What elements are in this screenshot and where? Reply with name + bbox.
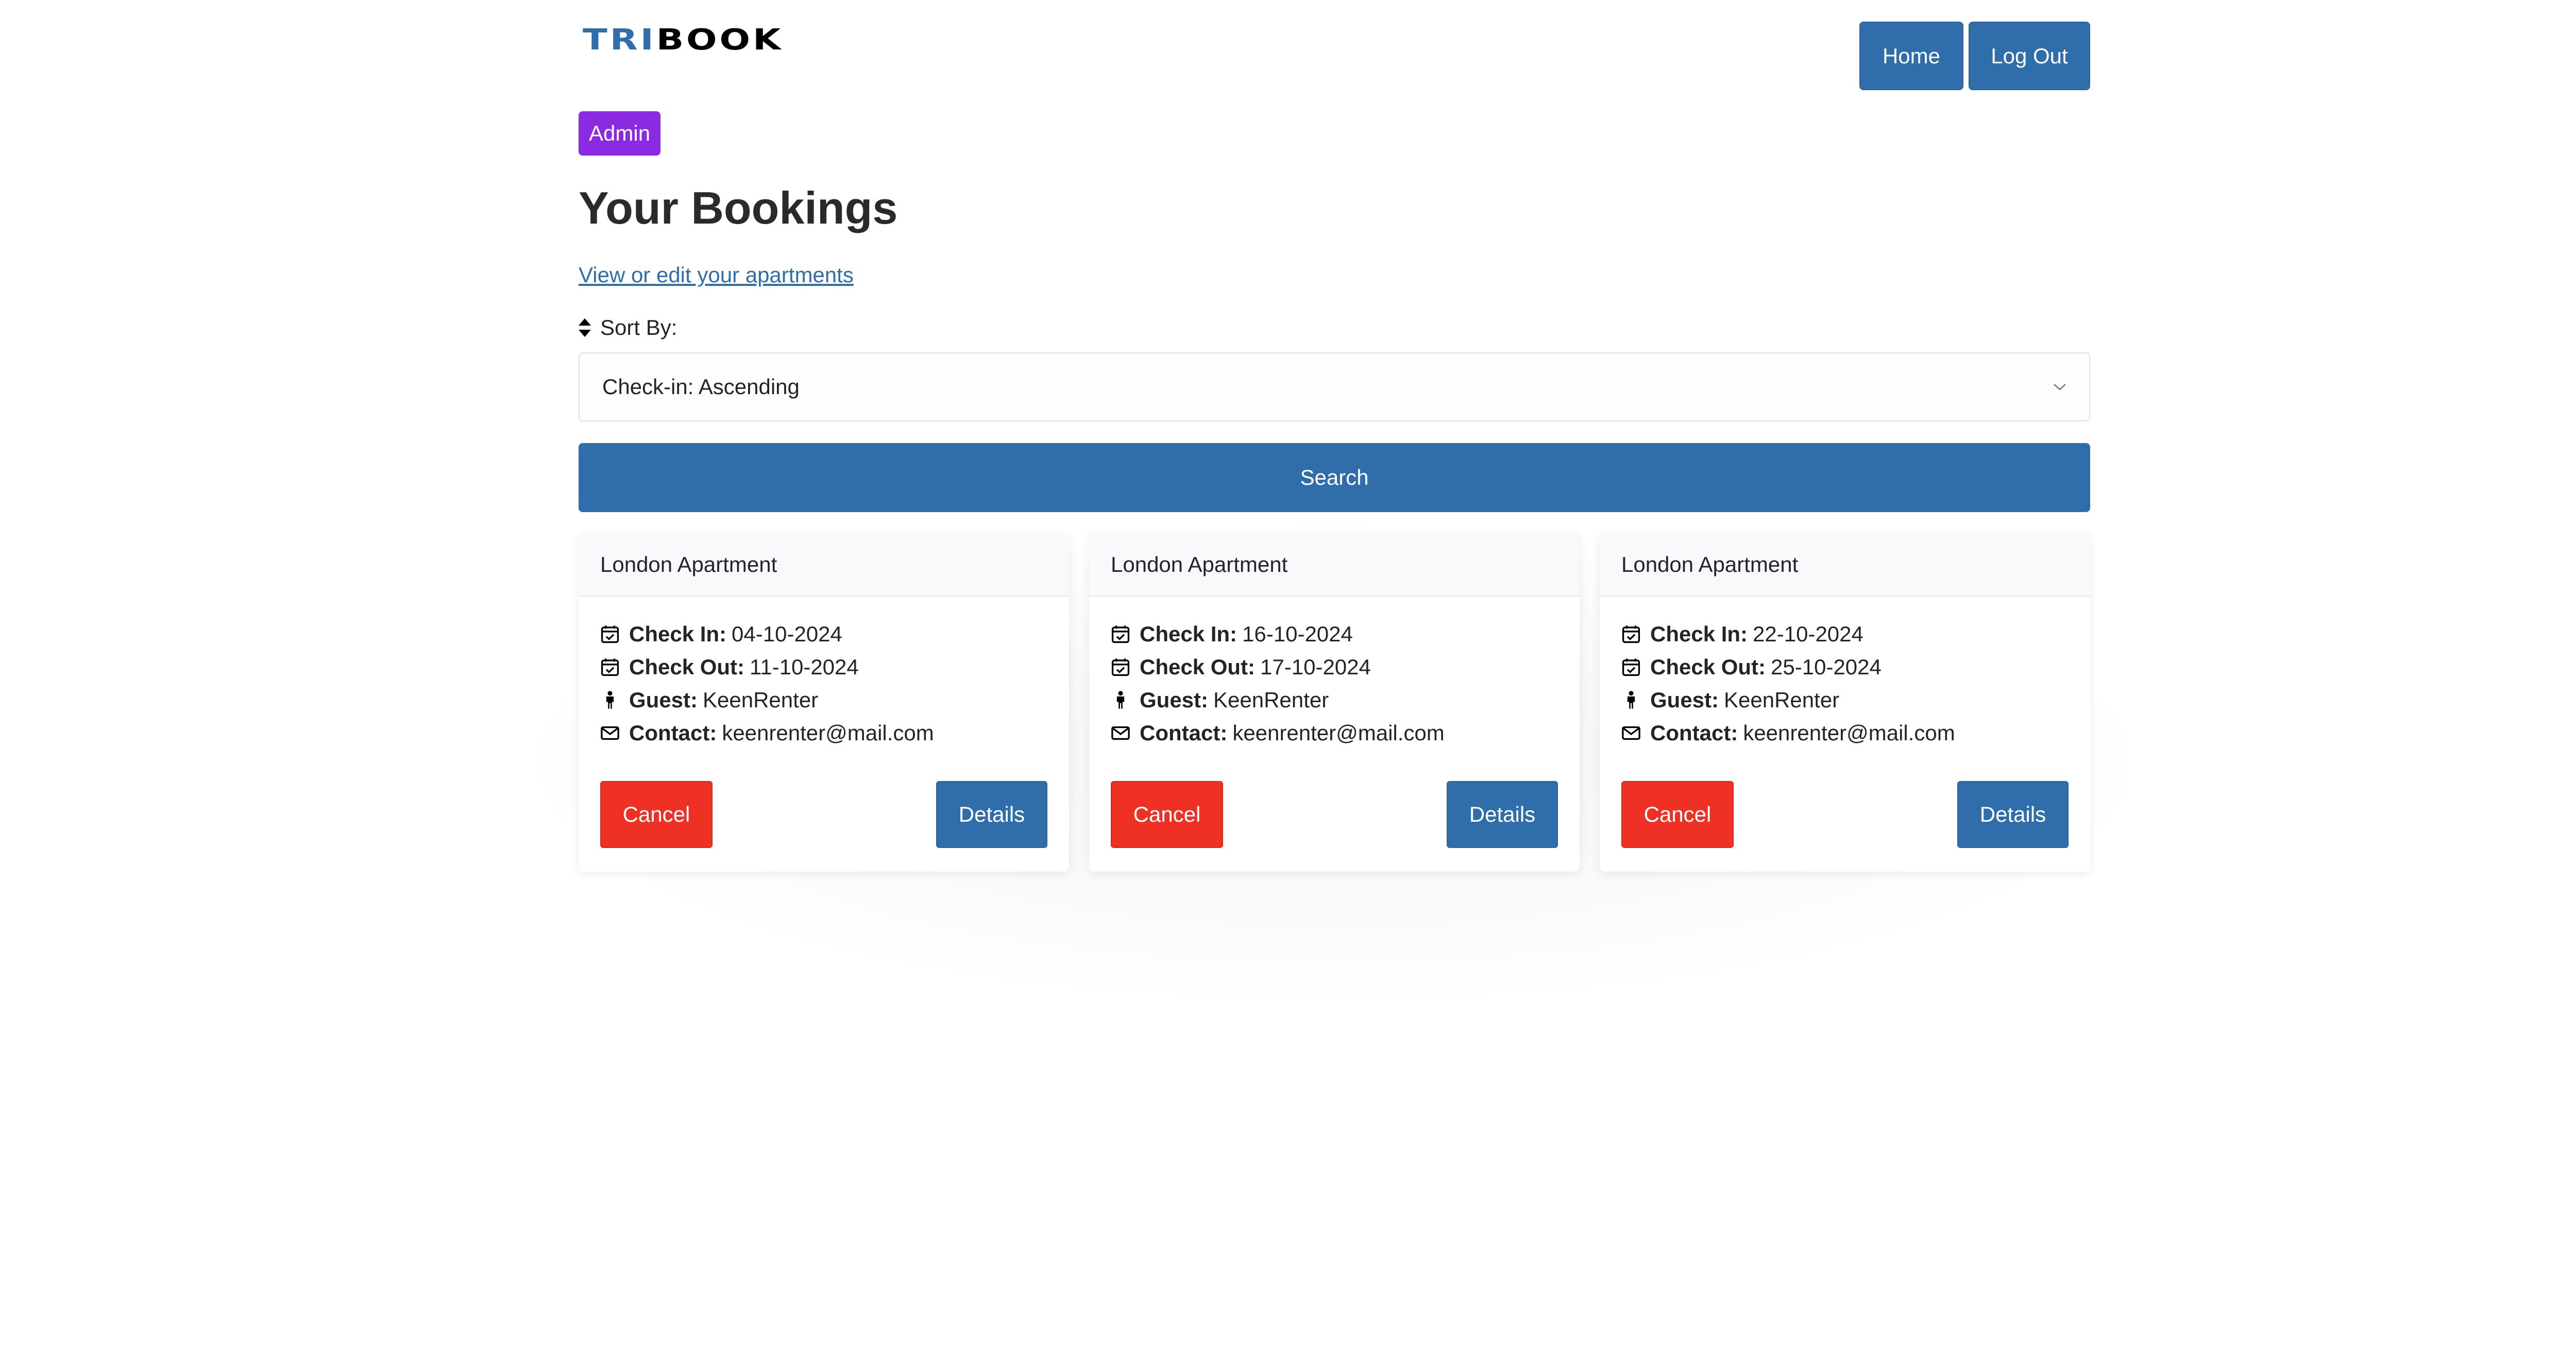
person-icon [1116, 691, 1125, 709]
admin-badge: Admin [579, 111, 661, 156]
check-in-value: 16-10-2024 [1242, 622, 1353, 646]
logo-text-tri: TRI [583, 23, 656, 57]
logout-button[interactable]: Log Out [1969, 22, 2090, 90]
search-button[interactable]: Search [579, 443, 2090, 512]
details-button[interactable]: Details [1447, 781, 1558, 848]
booking-card-title: London Apartment [579, 534, 1069, 597]
details-button[interactable]: Details [936, 781, 1047, 848]
page-title: Your Bookings [579, 182, 898, 233]
sort-icon [579, 318, 591, 337]
logo-text-book: BOOK [656, 23, 784, 57]
calendar-check-icon [1622, 658, 1640, 676]
chevron-down-icon [2054, 384, 2066, 391]
check-in-label: Check In: [1650, 622, 1748, 646]
booking-card-title: London Apartment [1600, 534, 2090, 597]
envelope-icon [1622, 726, 1640, 740]
guest-label: Guest: [1650, 688, 1719, 712]
booking-card: London Apartment Check In: 04-10-2024 Ch… [579, 534, 1069, 872]
check-in-row: Check In: 22-10-2024 [1621, 623, 1863, 645]
check-in-label: Check In: [1140, 622, 1238, 646]
cancel-button[interactable]: Cancel [1621, 781, 1734, 848]
sort-select[interactable]: Check-in: Ascending [579, 352, 2090, 421]
booking-card-title: London Apartment [1089, 534, 1580, 597]
contact-label: Contact: [1650, 721, 1738, 745]
guest-label: Guest: [629, 688, 698, 712]
guest-row: Guest: KeenRenter [600, 689, 818, 711]
cancel-button[interactable]: Cancel [1111, 781, 1223, 848]
check-in-label: Check In: [629, 622, 727, 646]
contact-label: Contact: [1140, 721, 1228, 745]
check-out-row: Check Out: 11-10-2024 [600, 656, 859, 678]
sort-selected-value: Check-in: Ascending [602, 375, 800, 399]
contact-row: Contact: keenrenter@mail.com [600, 722, 934, 744]
check-in-row: Check In: 04-10-2024 [600, 623, 842, 645]
navbar: TRIBOOK Home Log Out [579, 0, 2090, 93]
check-out-label: Check Out: [1140, 655, 1256, 679]
contact-value: keenrenter@mail.com [722, 721, 934, 745]
view-apartments-link[interactable]: View or edit your apartments [579, 263, 854, 287]
details-button[interactable]: Details [1957, 781, 2069, 848]
person-icon [606, 691, 614, 709]
logo[interactable]: TRIBOOK [583, 26, 783, 55]
calendar-check-icon [1111, 625, 1130, 643]
envelope-icon [601, 726, 619, 740]
contact-value: keenrenter@mail.com [1232, 721, 1445, 745]
contact-value: keenrenter@mail.com [1743, 721, 1955, 745]
guest-value: KeenRenter [1724, 688, 1840, 712]
booking-card: London Apartment Check In: 22-10-2024 Ch… [1600, 534, 2090, 872]
contact-row: Contact: keenrenter@mail.com [1621, 722, 1955, 744]
check-out-label: Check Out: [629, 655, 745, 679]
check-in-value: 22-10-2024 [1753, 622, 1863, 646]
check-out-value: 25-10-2024 [1771, 655, 1882, 679]
check-out-row: Check Out: 17-10-2024 [1111, 656, 1371, 678]
check-in-row: Check In: 16-10-2024 [1111, 623, 1353, 645]
person-icon [1627, 691, 1635, 709]
check-out-row: Check Out: 25-10-2024 [1621, 656, 1882, 678]
home-button[interactable]: Home [1859, 22, 1963, 90]
sort-label: Sort By: [579, 315, 677, 340]
guest-value: KeenRenter [703, 688, 819, 712]
check-in-value: 04-10-2024 [732, 622, 842, 646]
envelope-icon [1111, 726, 1130, 740]
guest-row: Guest: KeenRenter [1621, 689, 1839, 711]
calendar-check-icon [1111, 658, 1130, 676]
contact-label: Contact: [629, 721, 717, 745]
calendar-check-icon [601, 625, 619, 643]
sort-label-text: Sort By: [600, 315, 677, 340]
guest-label: Guest: [1140, 688, 1209, 712]
calendar-check-icon [601, 658, 619, 676]
guest-value: KeenRenter [1213, 688, 1329, 712]
booking-card: London Apartment Check In: 16-10-2024 Ch… [1089, 534, 1580, 872]
cancel-button[interactable]: Cancel [600, 781, 713, 848]
guest-row: Guest: KeenRenter [1111, 689, 1329, 711]
check-out-value: 17-10-2024 [1260, 655, 1371, 679]
calendar-check-icon [1622, 625, 1640, 643]
check-out-label: Check Out: [1650, 655, 1766, 679]
contact-row: Contact: keenrenter@mail.com [1111, 722, 1445, 744]
check-out-value: 11-10-2024 [750, 655, 859, 679]
